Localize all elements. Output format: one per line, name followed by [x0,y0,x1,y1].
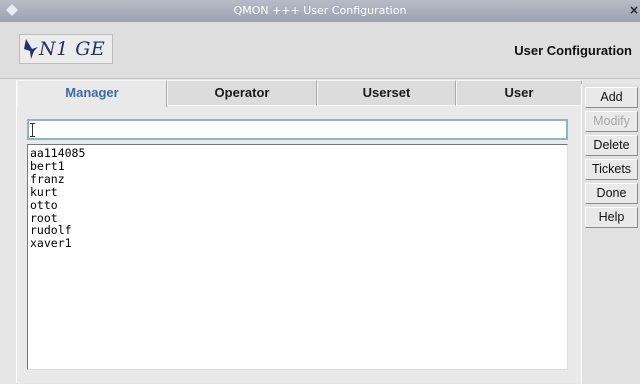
tab-operator[interactable]: Operator [167,80,317,106]
tab-user[interactable]: User [456,80,582,106]
list-item[interactable]: kurt [30,185,567,199]
window-titlebar[interactable]: QMON +++ User Configuration × [0,0,640,22]
list-item[interactable]: aa114085 [30,147,567,160]
help-button[interactable]: Help [585,207,638,228]
close-icon[interactable]: × [629,4,639,16]
add-button[interactable]: Add [585,87,638,108]
delete-button[interactable]: Delete [585,135,638,156]
user-name-input[interactable] [27,119,568,140]
window-title: QMON +++ User Configuration [233,4,407,17]
list-item[interactable]: bert1 [30,160,567,173]
text-cursor [30,123,35,137]
modify-button[interactable]: Modify [585,111,638,132]
bird-icon [24,39,38,59]
tab-manager[interactable]: Manager [17,80,167,107]
done-button[interactable]: Done [585,183,638,204]
list-item[interactable]: rudolf [30,224,567,237]
list-item[interactable]: otto [30,198,567,212]
list-item[interactable]: xaver1 [30,237,567,250]
list-item[interactable]: franz [30,172,567,186]
logo-text: N1 GE [39,38,106,60]
page-title: User Configuration [514,43,632,58]
tab-userset[interactable]: Userset [317,80,456,106]
tickets-button[interactable]: Tickets [585,159,638,180]
n1ge-logo: N1 GE [19,34,113,64]
list-item[interactable]: root [30,211,567,225]
manager-list[interactable]: aa114085 bert1 franz kurt otto root rudo… [27,144,568,370]
